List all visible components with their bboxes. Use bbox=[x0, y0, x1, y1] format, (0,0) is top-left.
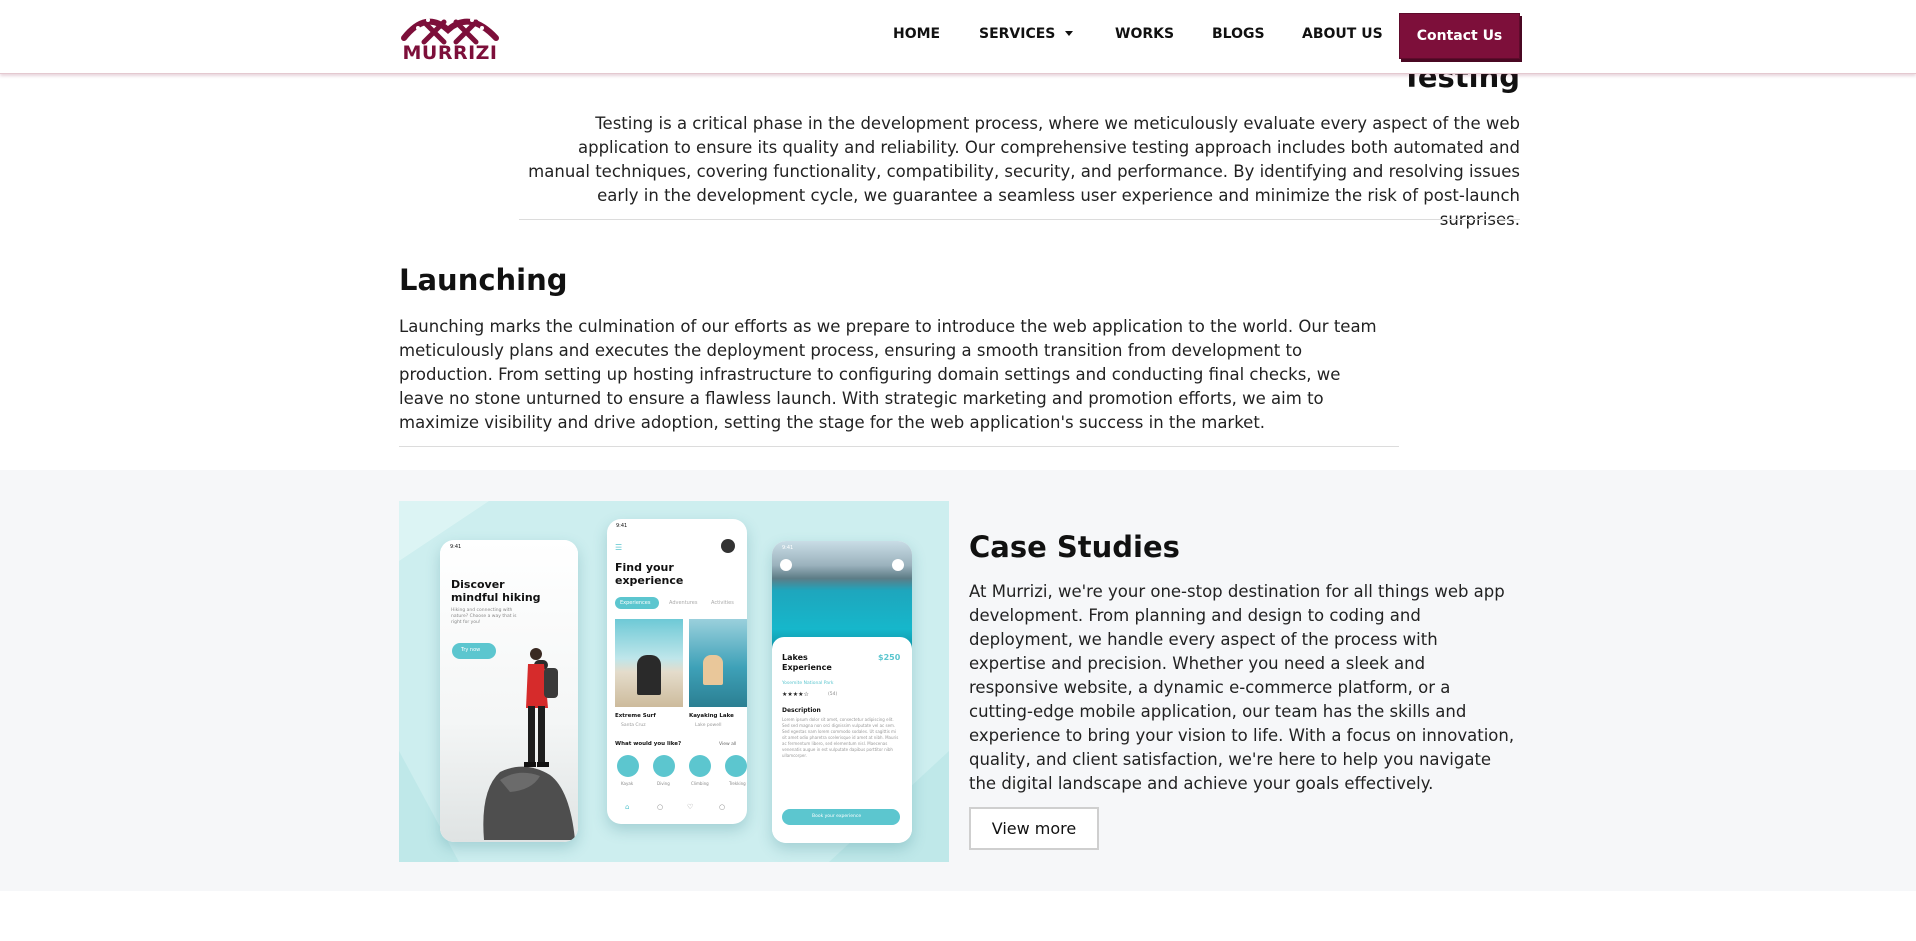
phone3-location: Yosemite National Park bbox=[782, 681, 834, 686]
phone2-view-all: View all bbox=[719, 742, 737, 747]
chevron-down-icon bbox=[1065, 31, 1074, 36]
avatar bbox=[721, 539, 735, 553]
phone3-title-line2: Experience bbox=[782, 663, 832, 672]
nav-services[interactable]: SERVICES bbox=[979, 26, 1074, 42]
phone2-card2-title: Kayaking Lake bbox=[689, 713, 734, 719]
phone2-title-line1: Find your bbox=[615, 561, 674, 574]
phone3-price: $250 bbox=[878, 653, 901, 662]
phone-mockup-lakes: 9:41 Lakes Experience $250 Yosemite Nati… bbox=[772, 541, 912, 843]
search-icon: ○ bbox=[719, 803, 726, 811]
lake-photo bbox=[772, 541, 912, 651]
phone2-tab-adventures: Adventures bbox=[669, 600, 698, 606]
hiker-illustration bbox=[483, 648, 575, 840]
phone2-card1-title: Extreme Surf bbox=[615, 713, 656, 719]
testing-divider bbox=[519, 219, 1520, 220]
logo-mark-icon bbox=[401, 18, 499, 45]
chat-icon: ○ bbox=[657, 803, 664, 811]
phone2-tab-activities: Activities bbox=[711, 600, 734, 606]
launching-heading: Launching bbox=[399, 263, 568, 297]
phone-mockup-hiking: 9:41 Discover mindful hiking Hiking and … bbox=[440, 540, 578, 842]
case-studies-heading: Case Studies bbox=[969, 530, 1180, 564]
surf-photo bbox=[615, 619, 683, 707]
phone3-time: 9:41 bbox=[782, 545, 794, 551]
phone-mockup-experiences: 9:41 ☰ Find your experience Experiences … bbox=[607, 519, 747, 824]
kayak-photo bbox=[689, 619, 747, 707]
phone2-card2-location: Lake powell bbox=[695, 723, 722, 728]
phone2-card1-location: Santa Cruz bbox=[621, 723, 646, 728]
info-icon bbox=[892, 559, 904, 571]
home-icon: ⌂ bbox=[625, 803, 630, 811]
murrizi-logo[interactable]: MURRIZI bbox=[398, 8, 502, 66]
view-more-button[interactable]: View more bbox=[969, 807, 1099, 850]
trekking-icon bbox=[725, 755, 747, 777]
phone3-description-label: Description bbox=[782, 707, 821, 714]
phone2-title-line2: experience bbox=[615, 574, 684, 587]
site-header: MURRIZI HOME SERVICES WORKS BLOGS ABOUT … bbox=[0, 0, 1916, 74]
launching-paragraph: Launching marks the culmination of our e… bbox=[399, 317, 1377, 432]
phone2-time: 9:41 bbox=[616, 523, 628, 529]
nav-about-us[interactable]: ABOUT US bbox=[1302, 26, 1383, 42]
phone2-question: What would you like? bbox=[615, 741, 682, 747]
nav-services-label: SERVICES bbox=[979, 26, 1056, 42]
nav-blogs[interactable]: BLOGS bbox=[1212, 26, 1265, 42]
contact-us-button[interactable]: Contact Us bbox=[1399, 13, 1520, 59]
rating-stars-icon: ★★★★☆ bbox=[782, 691, 809, 698]
phone3-description: Lorem ipsum dolor sit amet, consectetur … bbox=[782, 717, 899, 758]
case-studies-paragraph: At Murrizi, we're your one-stop destinat… bbox=[969, 582, 1515, 793]
case-studies-section bbox=[0, 470, 1916, 891]
climbing-icon bbox=[689, 755, 711, 777]
phone3-book-button: Book your experience bbox=[782, 809, 900, 825]
nav-works[interactable]: WORKS bbox=[1115, 26, 1174, 42]
phone3-title-line1: Lakes bbox=[782, 653, 808, 662]
menu-icon: ☰ bbox=[615, 543, 623, 552]
phone2-tab-active: Experiences bbox=[615, 597, 659, 609]
testing-paragraph: Testing is a critical phase in the devel… bbox=[528, 114, 1520, 229]
back-icon bbox=[780, 559, 792, 571]
logo-wordmark: MURRIZI bbox=[402, 42, 498, 64]
nav-home[interactable]: HOME bbox=[893, 26, 940, 42]
kayak-icon bbox=[617, 755, 639, 777]
phone3-rating-count: (54) bbox=[828, 692, 838, 697]
diving-icon bbox=[653, 755, 675, 777]
case-study-image: 9:41 Discover mindful hiking Hiking and … bbox=[399, 501, 949, 862]
launching-divider bbox=[399, 446, 1399, 447]
heart-icon: ♡ bbox=[687, 803, 694, 811]
